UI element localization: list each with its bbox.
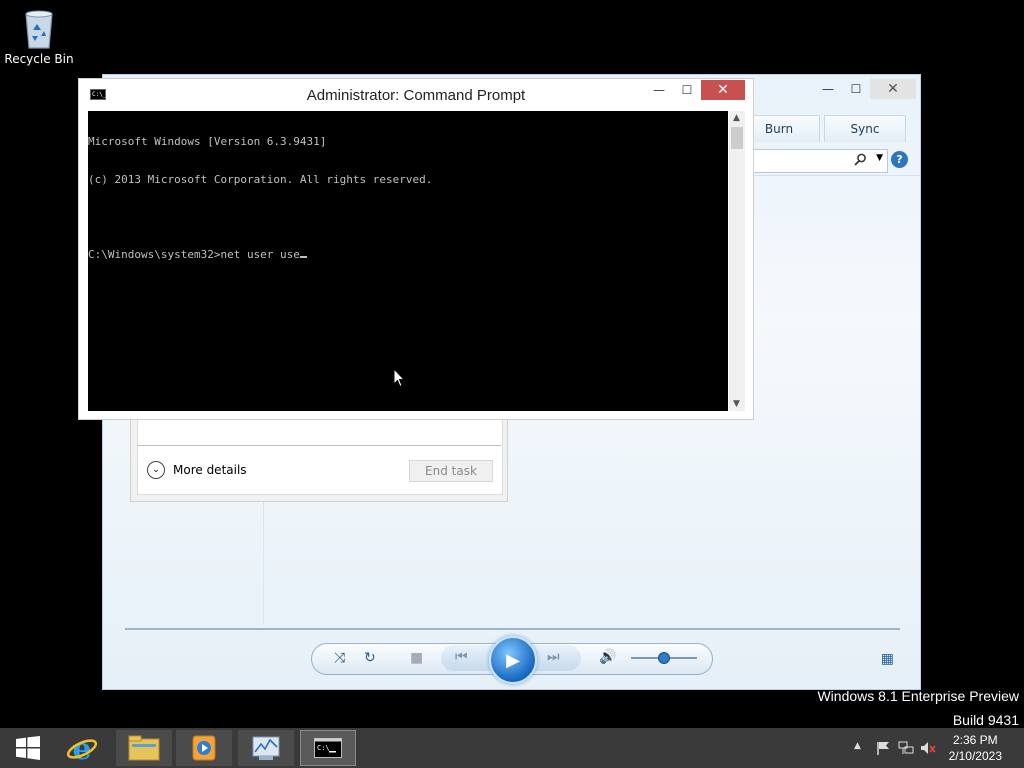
task-manager-icon (252, 736, 280, 760)
stop-icon[interactable]: ■ (410, 650, 423, 666)
console-line: C:\Windows\system32>net user use (88, 248, 728, 262)
internet-explorer-button[interactable]: e (54, 730, 110, 766)
taskbar: e C:\ ▲ 2:36 PM 2/10/2023 (0, 728, 1024, 768)
minimize-button[interactable]: — (645, 80, 673, 100)
system-tray: ▲ 2:36 PM 2/10/2023 (844, 728, 1024, 768)
command-prompt-window: C:\_ Administrator: Command Prompt — ☐ ✕… (78, 78, 754, 420)
folder-icon (128, 735, 160, 761)
flag-icon[interactable] (876, 741, 890, 758)
play-button[interactable]: ▶ (489, 636, 537, 684)
internet-explorer-icon: e (66, 732, 98, 764)
mouse-pointer-icon (393, 367, 406, 391)
watermark-edition: Windows 8.1 Enterprise Preview (817, 688, 1019, 704)
repeat-icon[interactable]: ↻ (364, 650, 376, 666)
volume-muted-icon[interactable] (920, 741, 936, 758)
more-details-label: More details (173, 463, 247, 477)
task-manager-button[interactable] (238, 730, 294, 766)
svg-text:C:\: C:\ (317, 744, 330, 752)
divider (137, 445, 501, 446)
command-prompt-button[interactable]: C:\ (300, 730, 356, 766)
start-button[interactable] (0, 730, 56, 766)
chevron-down-icon[interactable]: ▼ (876, 153, 883, 163)
console-output[interactable]: Microsoft Windows [Version 6.3.9431] (c)… (88, 111, 728, 411)
svg-text:e: e (72, 732, 91, 764)
chevron-up-icon[interactable]: ▲ (854, 741, 861, 751)
recycle-bin-label: Recycle Bin (4, 52, 74, 66)
more-details-button[interactable]: ⌄ More details (147, 461, 247, 479)
shuffle-icon[interactable]: ⤨ (334, 650, 345, 666)
wmp-close-button[interactable]: ✕ (870, 79, 916, 99)
clock-time: 2:36 PM (952, 733, 998, 747)
switch-to-now-playing-icon[interactable]: ▦ (881, 651, 894, 667)
help-icon[interactable]: ? (891, 151, 908, 168)
text-cursor (299, 255, 307, 258)
volume-slider-handle[interactable] (658, 652, 670, 664)
end-task-button[interactable]: End task (409, 460, 493, 482)
wmp-minimize-button[interactable]: — (814, 79, 842, 99)
next-icon[interactable]: ⏭ (547, 649, 560, 665)
clock-date: 2/10/2023 (948, 749, 1002, 763)
recycle-bin-icon (22, 6, 56, 50)
windows-watermark: Windows 8.1 Enterprise Preview Build 943… (817, 684, 1019, 732)
maximize-button[interactable]: ☐ (673, 80, 701, 100)
seek-bar[interactable] (125, 628, 900, 630)
recycle-bin-shortcut[interactable]: Recycle Bin (4, 6, 74, 66)
task-manager-window: ⌄ More details End task (130, 418, 508, 502)
wmp-search-input[interactable]: ▼ (753, 149, 888, 173)
clock[interactable]: 2:36 PM 2/10/2023 (949, 732, 1002, 764)
search-icon[interactable] (854, 153, 867, 169)
command-prompt-icon: C:\ (314, 738, 342, 758)
title-bar[interactable]: C:\_ Administrator: Command Prompt — ☐ ✕ (79, 79, 753, 111)
volume-icon[interactable]: 🔊 (599, 649, 616, 665)
network-icon[interactable] (898, 741, 914, 758)
previous-icon[interactable]: ⏮ (455, 649, 468, 665)
chevron-down-icon: ⌄ (147, 461, 165, 479)
media-player-button[interactable] (176, 730, 232, 766)
media-player-icon (192, 735, 216, 761)
scrollbar-thumb[interactable] (731, 127, 743, 149)
tab-sync[interactable]: Sync (824, 115, 906, 142)
close-button[interactable]: ✕ (701, 80, 745, 100)
file-explorer-button[interactable] (116, 730, 172, 766)
vertical-scrollbar[interactable]: ▲ ▼ (729, 111, 745, 411)
scroll-down-icon[interactable]: ▼ (733, 399, 740, 409)
windows-logo-icon (16, 736, 40, 760)
command-input[interactable]: C:\Windows\system32>net user use (88, 248, 300, 261)
scroll-up-icon[interactable]: ▲ (733, 113, 740, 123)
console-line: (c) 2013 Microsoft Corporation. All righ… (88, 172, 433, 186)
wmp-maximize-button[interactable]: ☐ (842, 79, 870, 99)
console-line: Microsoft Windows [Version 6.3.9431] (88, 135, 327, 148)
